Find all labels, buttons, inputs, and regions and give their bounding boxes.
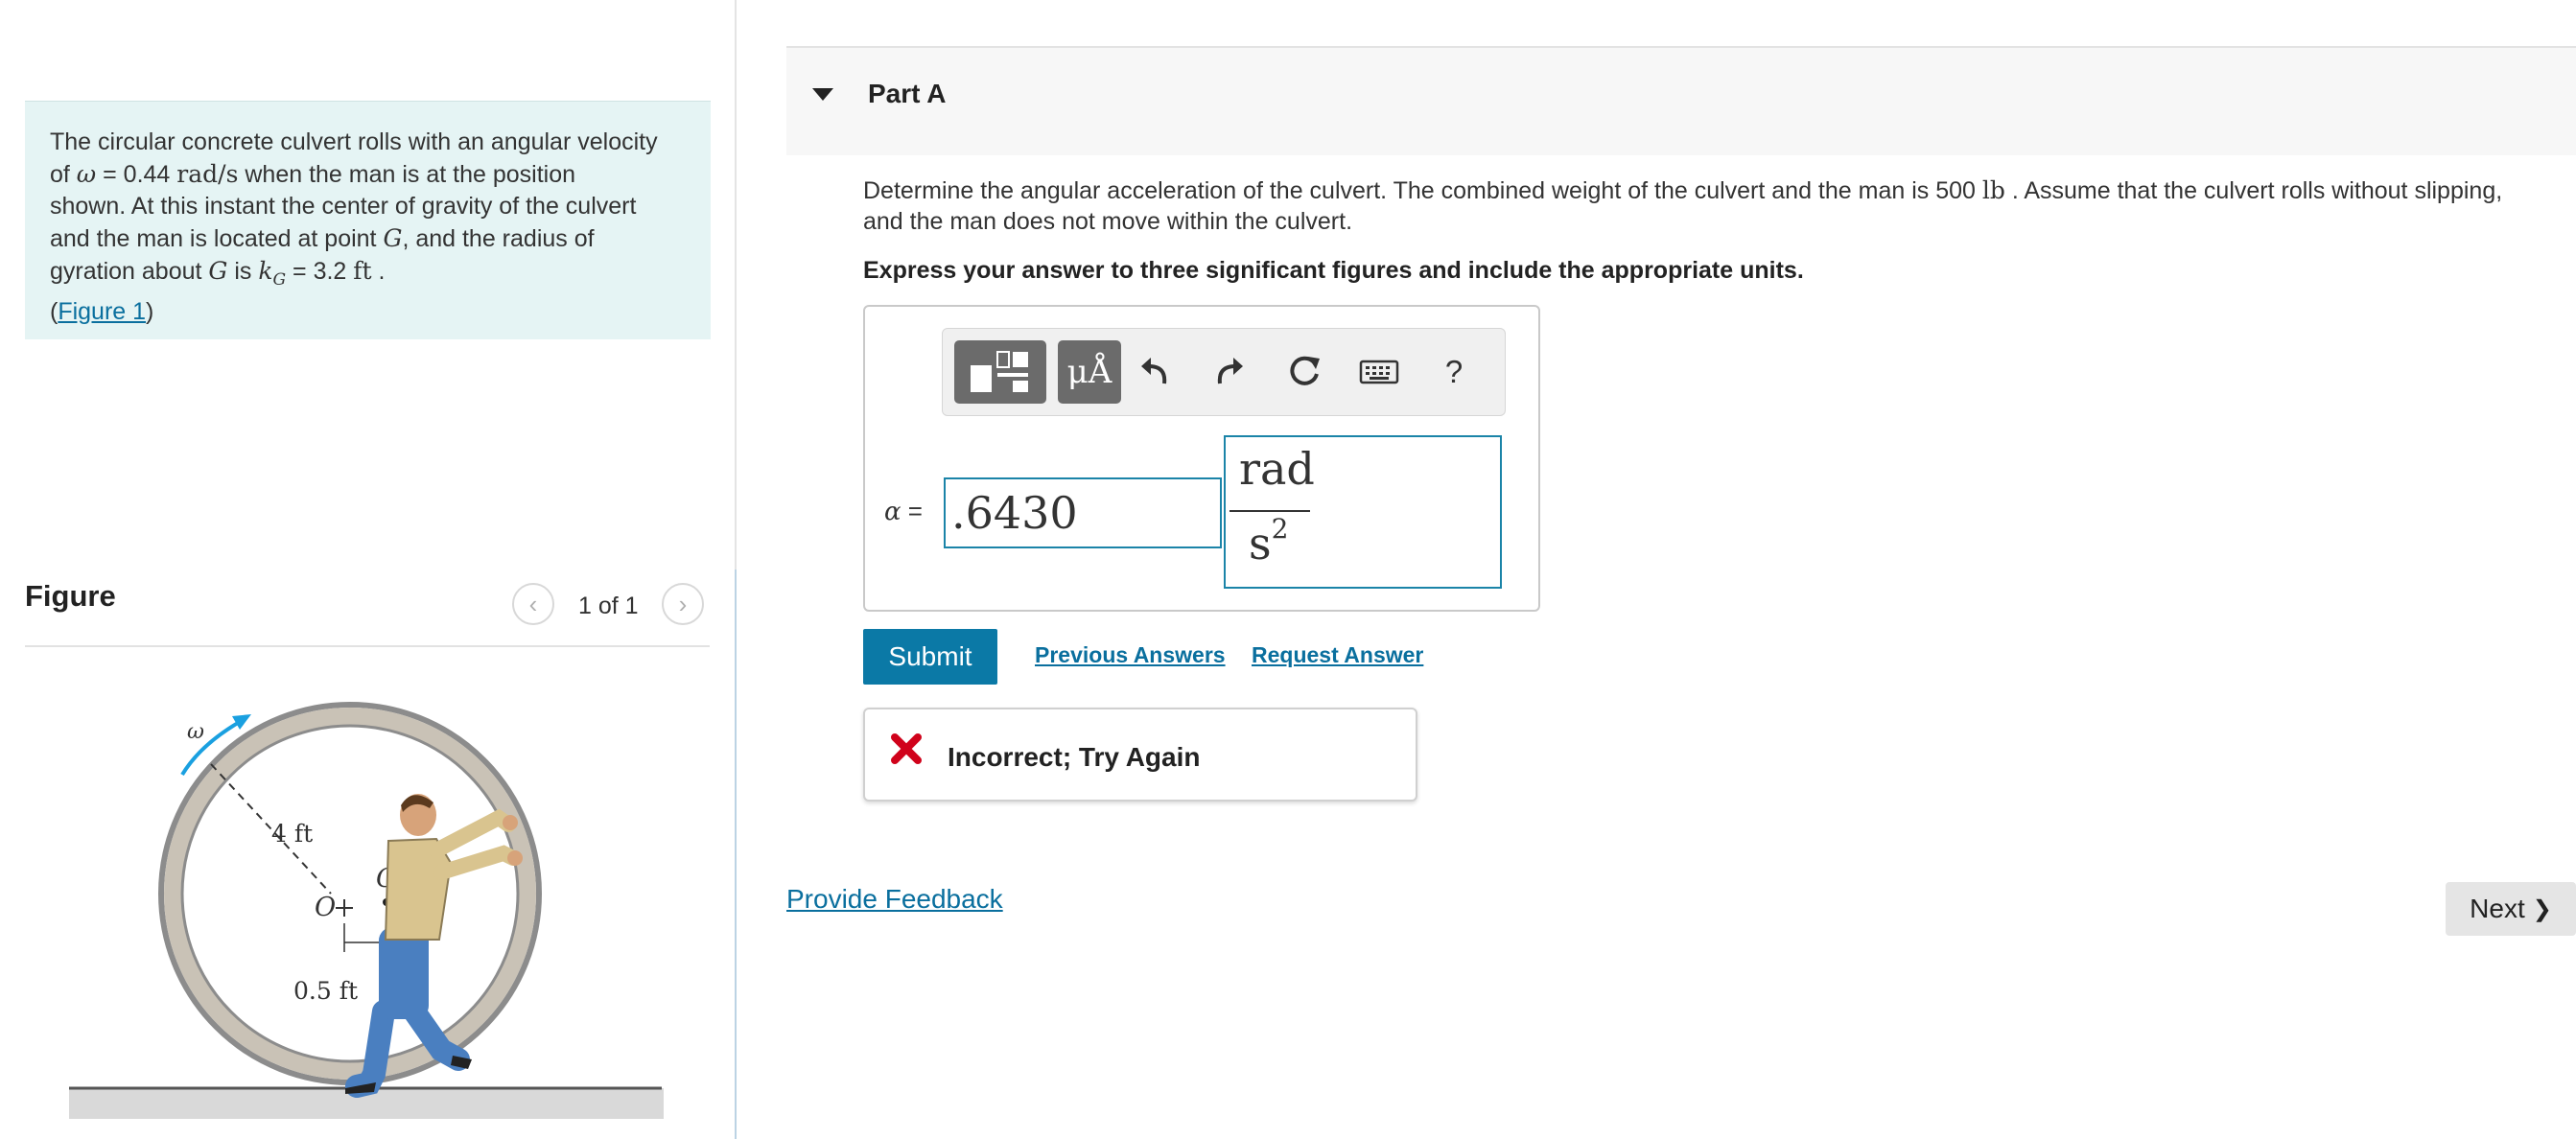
figure-title: Figure: [25, 579, 116, 613]
math-toolbar: μÅ ?: [942, 328, 1506, 416]
problem-line: (Figure 1): [50, 298, 154, 325]
omega-symbol: ω: [76, 160, 97, 188]
previous-answers-link[interactable]: Previous Answers: [1035, 642, 1226, 668]
omega-arrowhead: [232, 714, 251, 730]
part-a-header[interactable]: Part A: [786, 46, 2576, 155]
reset-icon: [1290, 356, 1320, 385]
problem-line: shown. At this instant the center of gra…: [50, 193, 637, 220]
culvert-wall: [164, 708, 536, 1080]
problem-line: and the man is located at point G, and t…: [50, 224, 595, 252]
next-button[interactable]: Next ❯: [2446, 882, 2576, 936]
chevron-right-icon: ›: [678, 589, 688, 618]
figure-page-count: 1 of 1: [578, 593, 639, 619]
error-x-icon: [891, 733, 922, 764]
chevron-left-icon: ‹: [528, 589, 538, 618]
pane-divider-accent: [735, 570, 737, 1139]
answer-instruction: Express your answer to three significant…: [863, 257, 1804, 284]
problem-line: of ω = 0.44 rad/s when the man is at the…: [50, 160, 576, 188]
submit-button[interactable]: Submit: [863, 629, 997, 685]
culvert-outer-edge: [158, 702, 542, 1085]
problem-line: The circular concrete culvert rolls with…: [50, 128, 658, 155]
help-button[interactable]: ?: [1430, 348, 1478, 396]
offset-label: 0.5 ft: [293, 977, 358, 1005]
man-figure: [345, 794, 523, 1098]
templates-button[interactable]: [954, 340, 1046, 404]
alpha-label: α =: [884, 497, 923, 526]
point-g-symbol: G: [383, 224, 403, 252]
request-answer-link[interactable]: Request Answer: [1252, 642, 1423, 668]
part-title: Part A: [868, 79, 947, 108]
problem-statement: The circular concrete culvert rolls with…: [25, 101, 711, 339]
figure-divider: [25, 645, 710, 647]
question-text: Determine the angular acceleration of th…: [863, 175, 2576, 237]
keyboard-button[interactable]: [1355, 348, 1403, 396]
answer-box: μÅ ? α = .6430 rad s2: [863, 305, 1540, 612]
unit-fraction-bar: [1229, 510, 1310, 512]
value-input[interactable]: .6430: [944, 477, 1222, 548]
caret-down-icon[interactable]: [812, 88, 833, 101]
problem-line: gyration about G is kG = 3.2 ft .: [50, 257, 386, 290]
unit-denominator: s2: [1249, 512, 1289, 570]
redo-button[interactable]: [1206, 348, 1253, 396]
feedback-message: Incorrect; Try Again: [948, 742, 1201, 772]
undo-icon: [1141, 358, 1167, 384]
omega-unit: rad/s: [176, 160, 239, 188]
omega-label: ω: [187, 720, 204, 744]
radius-label: 4 ft: [271, 820, 313, 848]
kg-unit: ft: [353, 257, 372, 285]
reset-button[interactable]: [1280, 348, 1328, 396]
unit-input[interactable]: rad s2: [1224, 435, 1502, 589]
templates-icon: [971, 351, 1028, 392]
feedback-box: Incorrect; Try Again: [863, 708, 1417, 802]
question-line: and the man does not move within the cul…: [863, 208, 1353, 235]
chevron-right-icon: ❯: [2532, 895, 2552, 922]
provide-feedback-link[interactable]: Provide Feedback: [786, 884, 1003, 915]
redo-icon: [1217, 358, 1243, 384]
figure-prev-button[interactable]: ‹: [512, 583, 554, 625]
kg-symbol: k: [258, 257, 273, 285]
units-button[interactable]: μÅ: [1058, 340, 1121, 404]
figure-link[interactable]: Figure 1: [58, 298, 146, 325]
left-pane: The circular concrete culvert rolls with…: [0, 0, 735, 1139]
next-label: Next: [2470, 894, 2525, 923]
figure-next-button[interactable]: ›: [662, 583, 704, 625]
center-o-label: O: [315, 893, 336, 922]
unit-numerator: rad: [1239, 443, 1315, 495]
weight-unit: lb: [1981, 176, 2005, 204]
undo-button[interactable]: [1131, 348, 1179, 396]
culvert-inner-edge: [180, 724, 520, 1063]
culvert-figure: ω 4 ft O G 0.5 ft: [69, 702, 664, 1119]
keyboard-icon: [1359, 360, 1399, 384]
question-line: Determine the angular acceleration of th…: [863, 176, 2503, 204]
